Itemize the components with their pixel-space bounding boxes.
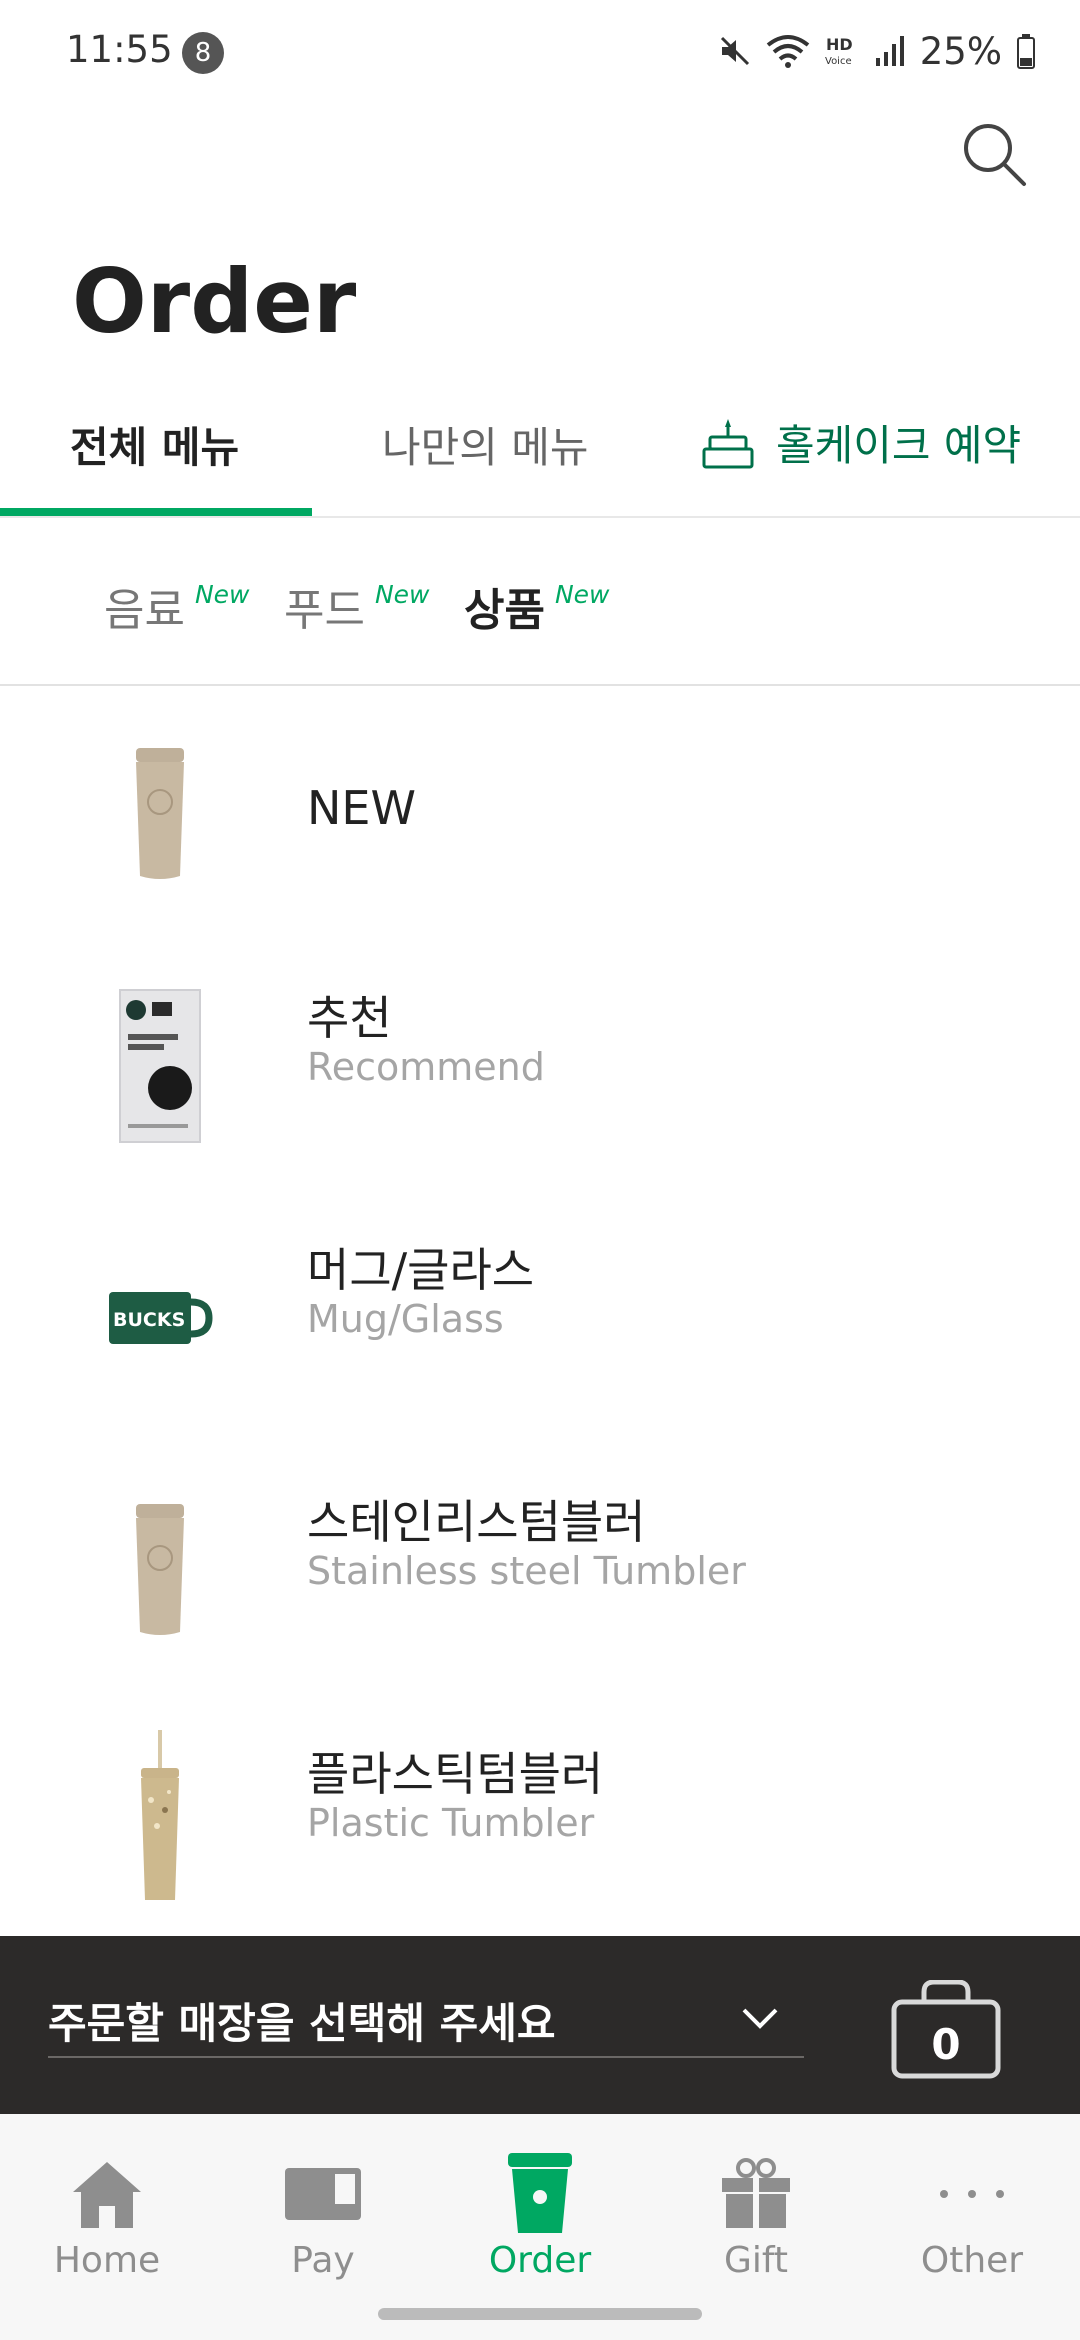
search-icon	[964, 124, 1026, 186]
mute-icon	[720, 36, 749, 66]
category-name: 머그/글라스	[307, 1243, 535, 1297]
nav-label: Gift	[723, 2240, 789, 2281]
search-button[interactable]	[958, 118, 1030, 190]
nav-home[interactable]: Home	[17, 2140, 197, 2290]
notification-count-badge: 8	[182, 32, 224, 74]
tab-whole-cake-reservation[interactable]: 홀케이크 예약	[700, 412, 1021, 473]
category-subtitle: Plastic Tumbler	[307, 1801, 595, 1845]
category-name: NEW	[307, 781, 416, 835]
nav-order[interactable]: Order	[450, 2140, 630, 2290]
subtab-label: 상품	[464, 585, 545, 636]
battery-icon	[1017, 34, 1035, 69]
category-thumbnail	[100, 1696, 220, 1936]
green-mug-icon: BUCKS	[109, 1292, 213, 1344]
tumbler-gold-icon	[136, 1504, 184, 1635]
nav-gift[interactable]: Gift	[666, 2140, 846, 2290]
new-badge: New	[554, 580, 610, 609]
main-tabs: 전체 메뉴 나만의 메뉴 홀케이크 예약	[0, 400, 1080, 518]
battery-percent: 25%	[919, 29, 1002, 73]
cart-count: 0	[931, 2020, 961, 2069]
card-icon	[285, 2168, 361, 2220]
page-title: Order	[72, 250, 357, 353]
tab-label: 전체 메뉴	[70, 423, 240, 472]
nav-other[interactable]: Other	[882, 2140, 1062, 2290]
store-select-placeholder: 주문할 매장을 선택해 주세요	[48, 1999, 556, 2048]
more-dots-icon	[940, 2190, 1004, 2198]
home-gesture-bar[interactable]	[378, 2308, 702, 2320]
subtab-drinks[interactable]: 음료 New	[104, 574, 250, 638]
sub-category-tabs: 음료 New 푸드 New 상품 New	[0, 518, 1080, 686]
category-thumbnail	[100, 1444, 220, 1696]
active-tab-indicator	[0, 508, 312, 516]
category-item-recommend[interactable]: 추천 Recommend	[0, 940, 1080, 1192]
category-name: 스테인리스텀블러	[307, 1495, 646, 1549]
nav-label: Order	[488, 2240, 592, 2281]
svg-text:Voice: Voice	[825, 56, 852, 67]
new-badge: New	[374, 580, 430, 609]
glitter-straw-tumbler-icon	[141, 1730, 179, 1900]
status-bar: 11:55 8 HD Voice 25%	[0, 0, 1080, 100]
category-list: NEW 추천 Recommend BUCKS 머그/글라스 Mug/Glass …	[0, 688, 1080, 1936]
nav-pay[interactable]: Pay	[233, 2140, 413, 2290]
subtab-goods[interactable]: 상품 New	[464, 574, 610, 638]
category-name: 플라스틱텀블러	[307, 1747, 604, 1801]
nav-label: Pay	[291, 2240, 355, 2281]
category-item-stainless-tumbler[interactable]: 스테인리스텀블러 Stainless steel Tumbler	[0, 1444, 1080, 1696]
subtab-label: 음료	[104, 585, 185, 636]
tab-my-menu[interactable]: 나만의 메뉴	[382, 414, 589, 475]
signal-icon	[875, 36, 904, 66]
chevron-down-icon	[742, 2008, 778, 2029]
via-coffee-pack-icon	[119, 989, 201, 1143]
category-item-new[interactable]: NEW	[0, 688, 1080, 940]
cart-button[interactable]: 0	[890, 1979, 1002, 2080]
category-subtitle: Mug/Glass	[307, 1297, 504, 1341]
gift-icon	[722, 2158, 790, 2228]
tab-all-menu[interactable]: 전체 메뉴	[70, 414, 239, 475]
status-time: 11:55	[66, 28, 173, 71]
category-thumbnail	[100, 688, 220, 940]
store-select-bar: 주문할 매장을 선택해 주세요 0	[0, 1936, 1080, 2114]
store-select-dropdown[interactable]: 주문할 매장을 선택해 주세요	[48, 1986, 804, 2058]
tab-label: 나만의 메뉴	[382, 423, 589, 472]
subtab-label: 푸드	[284, 585, 365, 636]
cup-icon	[508, 2153, 572, 2233]
category-item-mug-glass[interactable]: BUCKS 머그/글라스 Mug/Glass	[0, 1192, 1080, 1444]
category-name: 추천	[307, 991, 392, 1045]
category-subtitle: Recommend	[307, 1045, 545, 1089]
nav-label: Other	[920, 2240, 1024, 2281]
home-icon	[73, 2162, 141, 2228]
hd-voice-icon: HD Voice	[825, 35, 853, 67]
new-badge: New	[194, 580, 250, 609]
cake-icon	[702, 418, 754, 468]
tumbler-gold-icon	[136, 748, 184, 879]
category-subtitle: Stainless steel Tumbler	[307, 1549, 746, 1593]
nav-label: Home	[53, 2240, 161, 2281]
tab-label: 홀케이크 예약	[776, 421, 1022, 470]
bottom-navigation: Home Pay Order Gift Other	[0, 2114, 1080, 2340]
category-item-plastic-tumbler[interactable]: 플라스틱텀블러 Plastic Tumbler	[0, 1696, 1080, 1936]
category-thumbnail: BUCKS	[100, 1192, 220, 1444]
subtab-food[interactable]: 푸드 New	[284, 574, 430, 638]
svg-text:HD: HD	[826, 35, 853, 54]
mug-print-text: BUCKS	[113, 1309, 185, 1331]
wifi-icon	[766, 35, 809, 68]
category-thumbnail	[100, 940, 220, 1192]
status-icons: HD Voice 25%	[718, 26, 1036, 76]
